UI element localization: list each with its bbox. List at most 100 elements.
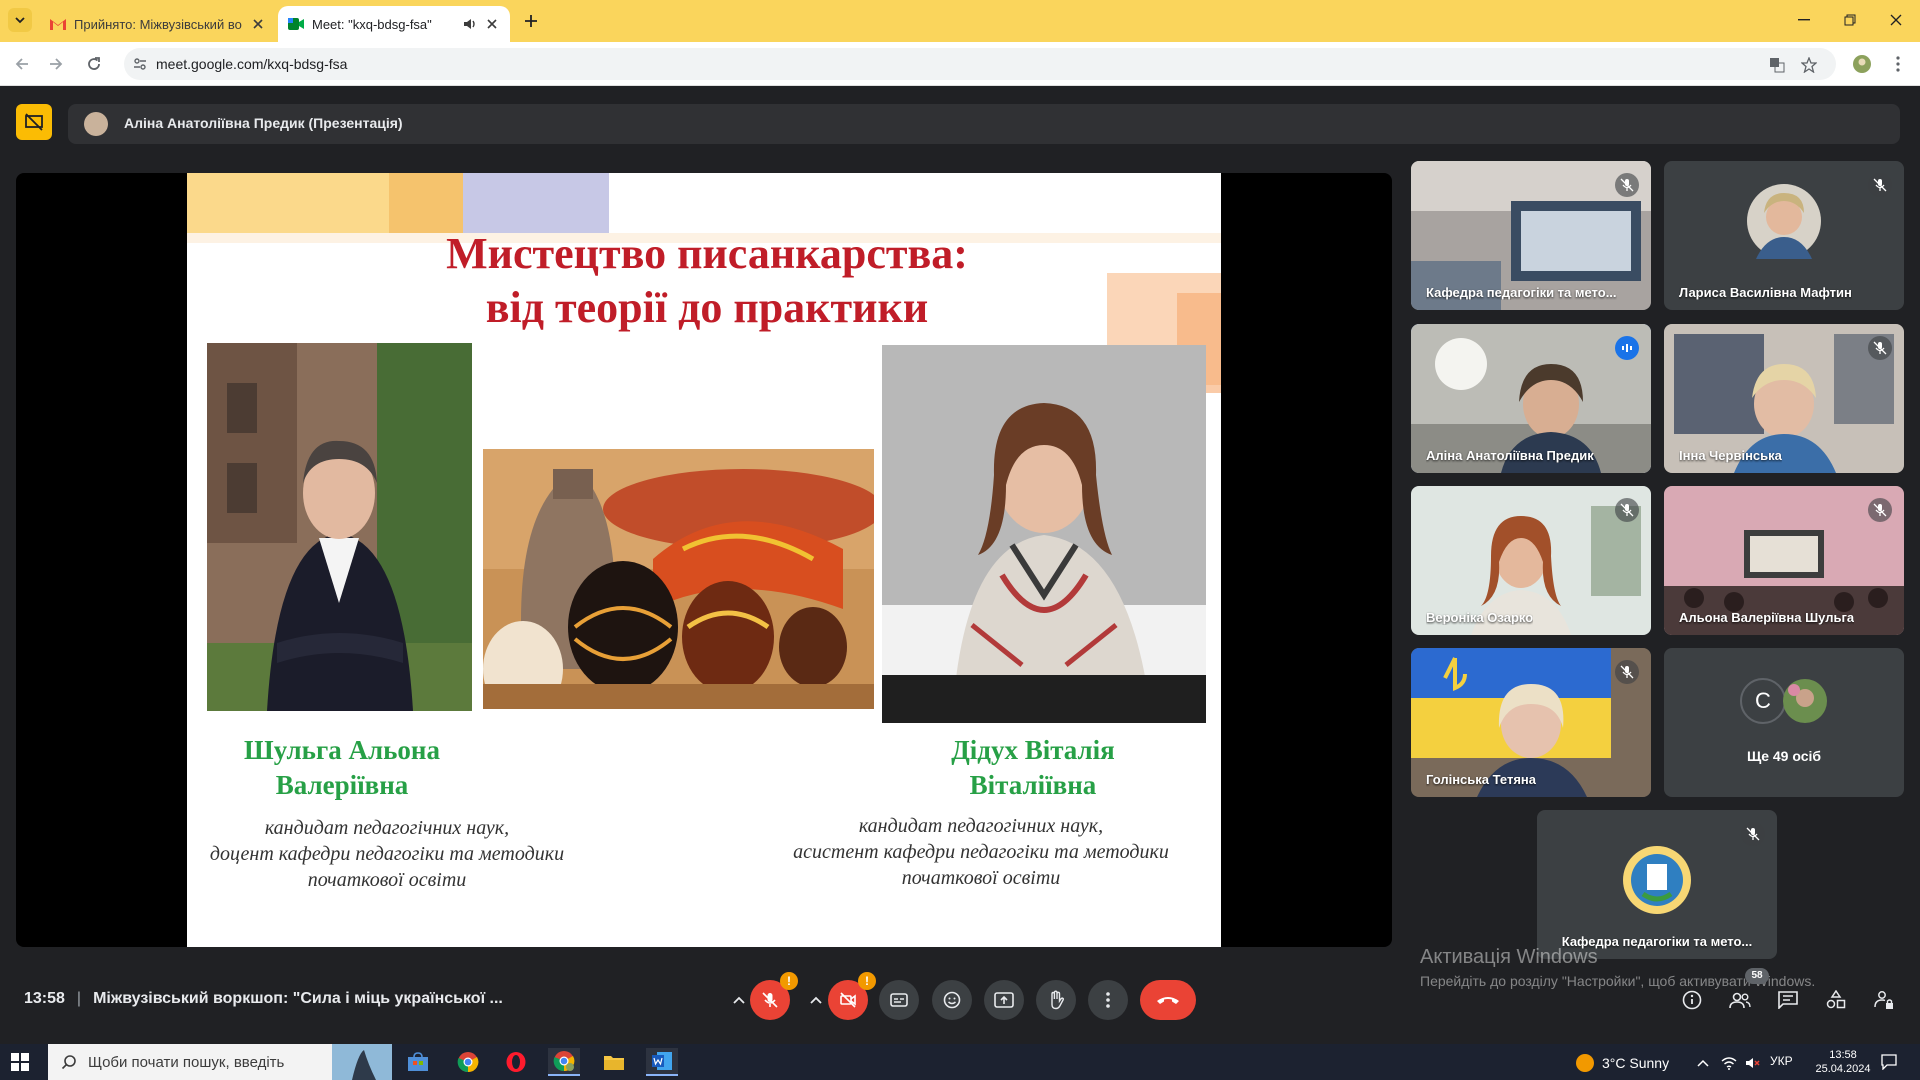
- tab-title: Прийнято: Міжвузівський во: [74, 16, 242, 32]
- new-tab-button[interactable]: [520, 10, 542, 32]
- separator: |: [76, 990, 82, 1007]
- chat-button[interactable]: [1772, 984, 1804, 1016]
- participant-tile[interactable]: Кафедра педагогіки та мето...: [1411, 161, 1651, 310]
- site-info-icon[interactable]: [132, 56, 148, 72]
- participant-tile-active-speaker[interactable]: Аліна Анатоліївна Предик: [1411, 324, 1651, 473]
- raise-hand-button[interactable]: [1036, 980, 1076, 1020]
- back-button[interactable]: [10, 52, 34, 76]
- search-highlight-image: [332, 1044, 392, 1080]
- meeting-title: Міжвузівський воркшоп: "Сила і міць укра…: [93, 990, 503, 1007]
- speaker-right-name-line1: Дідух Віталія: [951, 735, 1115, 765]
- speaker-left-name-line2: Валеріївна: [275, 770, 409, 800]
- participant-tile[interactable]: Інна Червінська: [1664, 324, 1904, 473]
- profile-avatar[interactable]: [1850, 52, 1874, 76]
- participant-name: Альона Валеріївна Шульга: [1679, 610, 1855, 625]
- close-window-button[interactable]: [1882, 8, 1910, 32]
- captions-button[interactable]: [879, 980, 919, 1020]
- warning-badge: !: [858, 972, 876, 990]
- reload-button[interactable]: [82, 52, 106, 76]
- search-placeholder: Щоби почати пошук, введіть: [88, 1053, 285, 1071]
- tray-overflow-chevron[interactable]: [1694, 1054, 1712, 1072]
- presenter-avatar: [84, 112, 108, 136]
- forward-button[interactable]: [44, 52, 68, 76]
- others-avatar-photo: [1783, 679, 1827, 723]
- taskbar-app-explorer[interactable]: [598, 1048, 630, 1076]
- host-controls-button[interactable]: [1868, 984, 1900, 1016]
- weather-text: 3°C Sunny: [1602, 1055, 1670, 1071]
- taskbar-search-box[interactable]: Щоби почати пошук, введіть: [48, 1044, 392, 1080]
- participant-tile[interactable]: Голінська Тетяна: [1411, 648, 1651, 797]
- presentation-off-icon[interactable]: [16, 104, 52, 140]
- browser-toolbar: meet.google.com/kxq-bdsg-fsa: [0, 42, 1920, 86]
- meeting-details-button[interactable]: [1676, 984, 1708, 1016]
- tab-meet[interactable]: Meet: "kxq-bdsg-fsa": [278, 6, 510, 42]
- present-now-button[interactable]: [984, 980, 1024, 1020]
- camera-toggle-button[interactable]: !: [828, 972, 876, 1020]
- participant-name: Кафедра педагогіки та мето...: [1426, 285, 1617, 300]
- audio-level-icon: [1615, 336, 1639, 360]
- tab-search-button[interactable]: [8, 8, 32, 32]
- taskbar-weather[interactable]: 3°C Sunny: [1576, 1054, 1669, 1072]
- word-icon: [652, 1052, 672, 1070]
- taskbar-app-chrome-active[interactable]: [548, 1048, 580, 1076]
- participant-name: Інна Червінська: [1679, 448, 1782, 463]
- mic-off-icon: [1741, 822, 1765, 846]
- mic-off-icon: [1868, 336, 1892, 360]
- taskbar-app-store[interactable]: [402, 1048, 434, 1076]
- slide-title: Мистецтво писанкарства: від теорії до пр…: [307, 227, 1107, 335]
- department-logo: [1623, 846, 1691, 914]
- network-icon[interactable]: [1720, 1054, 1738, 1072]
- taskbar-app-chrome[interactable]: [452, 1048, 484, 1076]
- sun-icon: [1576, 1054, 1594, 1072]
- more-options-button[interactable]: [1088, 980, 1128, 1020]
- hand-icon: [1051, 990, 1064, 1010]
- speaker-icon[interactable]: [462, 16, 478, 32]
- video-settings-chevron[interactable]: [806, 990, 826, 1010]
- windows-logo-icon: [11, 1053, 29, 1071]
- speaker-left-role-line3: початкової освіти: [307, 869, 467, 891]
- audio-settings-chevron[interactable]: [729, 990, 749, 1010]
- people-button[interactable]: [1724, 984, 1756, 1016]
- translate-icon[interactable]: [1768, 56, 1786, 74]
- arrow-right-icon: [50, 58, 63, 70]
- tab-gmail[interactable]: Прийнято: Міжвузівський во: [40, 6, 276, 42]
- restore-button[interactable]: [1836, 8, 1864, 32]
- participant-tile[interactable]: Кафедра педагогіки та мето...: [1537, 810, 1777, 959]
- reload-icon: [88, 57, 100, 70]
- taskbar-clock[interactable]: 13:58 25.04.2024: [1808, 1048, 1878, 1076]
- opera-icon: [506, 1052, 526, 1072]
- presenter-banner: Аліна Анатоліївна Предик (Презентація): [68, 104, 1900, 144]
- present-screen-icon: [994, 992, 1014, 1008]
- notifications-button[interactable]: [1880, 1053, 1898, 1071]
- address-bar[interactable]: meet.google.com/kxq-bdsg-fsa: [124, 48, 1836, 80]
- slide-title-line1: Мистецтво писанкарства:: [446, 229, 968, 278]
- bookmark-star-icon[interactable]: [1800, 56, 1818, 74]
- lock-person-icon: [1874, 991, 1893, 1009]
- input-language[interactable]: УКР: [1770, 1054, 1793, 1068]
- chevron-up-icon: [810, 996, 822, 1004]
- people-icon: [1729, 992, 1751, 1009]
- participant-tile[interactable]: Альона Валеріївна Шульга: [1664, 486, 1904, 635]
- speaker-right-name-line2: Віталіївна: [969, 770, 1097, 800]
- participant-tile[interactable]: Вероніка Озарко: [1411, 486, 1651, 635]
- minimize-button[interactable]: [1790, 8, 1818, 32]
- start-button[interactable]: [10, 1052, 30, 1072]
- close-icon[interactable]: [484, 16, 500, 32]
- leave-call-button[interactable]: [1140, 980, 1196, 1020]
- close-icon[interactable]: [250, 16, 266, 32]
- taskbar-app-opera[interactable]: [500, 1048, 532, 1076]
- microphone-toggle-button[interactable]: !: [750, 972, 798, 1020]
- participant-tile[interactable]: Лариса Василівна Мафтин: [1664, 161, 1904, 310]
- speaker-photo-left: [207, 343, 472, 711]
- taskbar-app-word[interactable]: [646, 1048, 678, 1076]
- others-tile[interactable]: C Ще 49 осіб: [1664, 648, 1904, 797]
- reactions-button[interactable]: [932, 980, 972, 1020]
- browser-menu-button[interactable]: [1886, 52, 1910, 76]
- volume-muted-icon[interactable]: [1744, 1054, 1762, 1072]
- mic-off-icon: [1868, 498, 1892, 522]
- search-icon: [60, 1053, 78, 1071]
- url-text: meet.google.com/kxq-bdsg-fsa: [156, 56, 348, 72]
- activities-button[interactable]: [1820, 984, 1852, 1016]
- more-vert-icon: [1896, 56, 1900, 72]
- plus-icon: [525, 15, 537, 27]
